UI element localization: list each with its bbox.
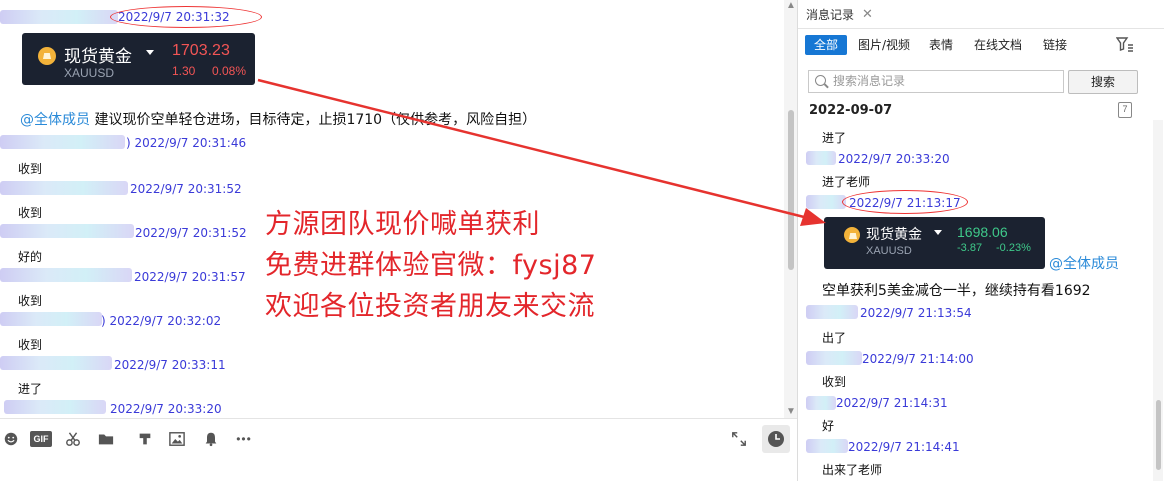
highlight-ellipse <box>842 190 968 214</box>
history-button[interactable] <box>762 425 790 453</box>
message-text: 收到 <box>18 206 43 220</box>
chevron-down-icon <box>934 230 942 235</box>
emoji-icon[interactable] <box>2 431 20 447</box>
blurred-sender <box>0 268 132 282</box>
quote-change-pct: 0.08% <box>212 64 247 78</box>
history-message-text: 收到 <box>822 375 847 389</box>
close-icon[interactable]: ✕ <box>862 7 873 22</box>
message-timestamp: ) 2022/9/7 20:31:46 <box>126 136 247 150</box>
history-timestamp: 2022/9/7 21:14:31 <box>836 396 948 410</box>
history-message-text: 进了老师 <box>822 175 871 189</box>
quote-name: 现货黄金 <box>866 227 922 243</box>
message-timestamp: 2022/9/7 20:31:52 <box>130 182 242 196</box>
message-timestamp: 2022/9/7 20:33:11 <box>114 358 226 372</box>
message-text: 收到 <box>18 338 43 352</box>
history-message-text: 出了 <box>822 331 847 345</box>
blurred-sender <box>806 195 846 209</box>
blurred-sender <box>0 356 112 370</box>
scroll-up-arrow-icon[interactable]: ▲ <box>786 0 796 11</box>
history-timestamp: 2022/9/7 21:13:54 <box>860 306 972 320</box>
history-timestamp: 2022/9/7 21:14:00 <box>862 352 974 366</box>
scroll-down-arrow-icon[interactable]: ▼ <box>786 406 796 417</box>
search-placeholder: 搜索消息记录 <box>833 74 906 88</box>
filter-tab-docs[interactable]: 在线文档 <box>970 35 1026 55</box>
filter-tab-media[interactable]: 图片/视频 <box>854 35 914 55</box>
message-text: 进了 <box>18 382 43 396</box>
chat-input-toolbar: GIF ••• <box>0 418 797 458</box>
chat-scrollbar-thumb[interactable] <box>788 110 794 270</box>
search-icon <box>815 75 826 86</box>
chevron-down-icon <box>146 50 154 55</box>
mention-all[interactable]: @全体成员 <box>1049 253 1119 273</box>
blurred-sender <box>806 351 862 365</box>
search-button[interactable]: 搜索 <box>1068 70 1138 94</box>
quote-change-pct: -0.23% <box>996 242 1031 254</box>
mention-all[interactable]: @全体成员 <box>20 112 90 128</box>
blurred-sender <box>806 151 836 165</box>
image-icon[interactable] <box>168 431 186 447</box>
history-message-text: 好 <box>822 419 835 433</box>
date-heading: 2022-09-07 <box>809 103 893 118</box>
scissors-icon[interactable] <box>64 431 82 447</box>
highlight-ellipse <box>110 6 262 28</box>
quote-symbol: XAUUSD <box>64 66 115 80</box>
calendar-icon[interactable]: 7 <box>1118 102 1132 118</box>
blurred-sender <box>0 10 118 24</box>
quote-price: 1703.23 <box>172 42 230 59</box>
divider <box>798 28 1164 29</box>
quote-change: 1.30 <box>172 64 196 78</box>
gold-quote-card[interactable]: 现货黄金 XAUUSD 1698.06 -3.87 -0.23% <box>824 217 1045 269</box>
quote-symbol: XAUUSD <box>866 245 912 257</box>
message-text: 收到 <box>18 162 43 176</box>
advice-message[interactable]: @全体成员 建议现价空单轻仓进场，目标待定，止损1710（仅供参考，风险自担） <box>20 109 536 129</box>
scroll-up-arrow-icon[interactable]: ▲ <box>802 212 812 223</box>
search-input[interactable]: 搜索消息记录 <box>808 70 1064 93</box>
message-timestamp: 2022/9/7 20:31:52 <box>135 226 247 240</box>
folder-icon[interactable] <box>97 431 115 447</box>
blurred-sender <box>806 396 836 410</box>
promo-line-1: 方源团队现价喊单获利 <box>265 209 540 240</box>
blurred-sender <box>0 312 102 326</box>
history-message-text: 进了 <box>822 131 847 145</box>
blurred-sender <box>806 305 858 319</box>
tab-title: 消息记录 <box>806 7 855 22</box>
bell-icon[interactable] <box>202 431 220 447</box>
filter-tab-links[interactable]: 链接 <box>1038 35 1072 55</box>
clock-icon <box>768 431 784 447</box>
blurred-sender <box>806 439 848 453</box>
filter-tab-all[interactable]: 全部 <box>805 35 847 55</box>
gold-coin-icon <box>844 227 860 243</box>
history-timestamp: 2022/9/7 21:14:41 <box>848 440 960 454</box>
promo-line-2: 免费进群体验官微：fysj87 <box>265 250 597 281</box>
gif-icon[interactable]: GIF <box>30 431 52 447</box>
promo-line-3: 欢迎各位投资者朋友来交流 <box>265 291 595 322</box>
history-message-text: 空单获利5美金减仓一半，继续持有看1692 <box>822 283 1091 299</box>
message-history-panel: 消息记录 ✕ 全部 图片/视频 表情 在线文档 链接 搜索消息记录 搜索 202… <box>797 0 1164 481</box>
history-timestamp: 2022/9/7 20:33:20 <box>838 152 950 166</box>
history-scrollbar-thumb[interactable] <box>1156 400 1161 470</box>
advice-text: 建议现价空单轻仓进场，目标待定，止损1710（仅供参考，风险自担） <box>94 112 537 128</box>
history-message-text: 出来了老师 <box>822 463 883 477</box>
message-timestamp: ) 2022/9/7 20:32:02 <box>101 314 222 328</box>
gold-quote-card[interactable]: 现货黄金 XAUUSD 1703.23 1.30 0.08% <box>22 33 255 85</box>
message-timestamp: 2022/9/7 20:31:57 <box>134 270 246 284</box>
tab-message-history[interactable]: 消息记录 ✕ <box>806 5 873 23</box>
more-icon[interactable]: ••• <box>232 431 256 447</box>
quote-change: -3.87 <box>957 242 983 254</box>
filter-icon[interactable] <box>1116 37 1134 53</box>
blurred-sender <box>0 224 134 238</box>
message-text: 收到 <box>18 294 43 308</box>
message-text: 好的 <box>18 250 43 264</box>
blurred-sender <box>4 400 106 414</box>
music-icon[interactable] <box>136 431 154 447</box>
message-timestamp: 2022/9/7 20:33:20 <box>110 402 222 416</box>
quote-name: 现货黄金 <box>64 47 132 67</box>
blurred-sender <box>0 135 125 149</box>
blurred-sender <box>0 181 128 195</box>
quote-price: 1698.06 <box>957 224 1008 240</box>
gold-coin-icon <box>38 47 56 65</box>
filter-tab-stickers[interactable]: 表情 <box>924 35 958 55</box>
expand-icon[interactable] <box>730 431 748 447</box>
